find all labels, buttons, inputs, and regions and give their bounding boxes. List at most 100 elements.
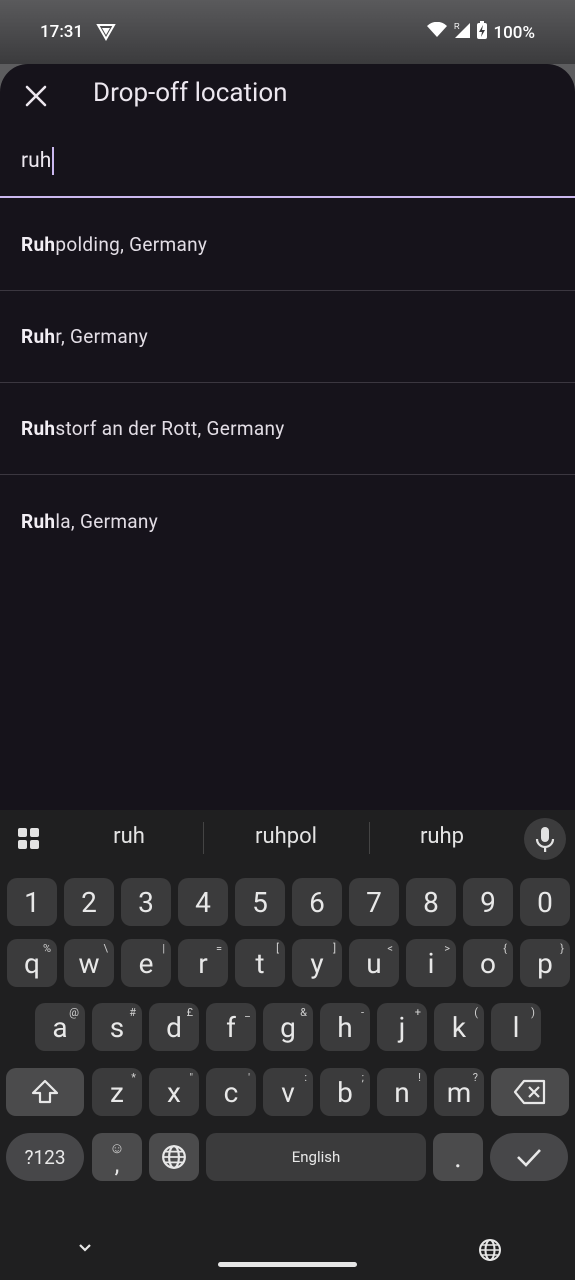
key-e[interactable]: e | — [121, 939, 171, 987]
emoji-comma-key[interactable]: ☺, — [92, 1133, 142, 1181]
dropoff-sheet: Drop-off location ruh Ruh polding, German… — [0, 64, 575, 810]
key-d[interactable]: d £ — [149, 1003, 199, 1051]
key-v[interactable]: v: — [263, 1068, 313, 1116]
globe-key[interactable] — [149, 1133, 199, 1181]
key-n-alt-char: ! — [418, 1071, 421, 1084]
key-1-label: 1 — [24, 885, 40, 919]
key-1[interactable]: 1 — [7, 878, 57, 926]
home-handle[interactable] — [218, 1262, 357, 1267]
key-t[interactable]: t[ — [235, 939, 285, 987]
results-list: Ruh polding, Germany Ruh r, Germany Ruh sto… — [0, 199, 575, 567]
symbols-key-label: ?123 — [24, 1145, 66, 1169]
key-b[interactable]: b; — [320, 1068, 370, 1116]
key-d-label: d — [166, 1010, 182, 1044]
key-5[interactable]: 5 — [235, 878, 285, 926]
sheet-title: Drop-off location — [93, 78, 288, 108]
key-v-alt-char: : — [304, 1071, 307, 1084]
key-i-label: i — [427, 946, 435, 980]
check-icon — [517, 1149, 541, 1167]
key-j[interactable]: j + — [377, 1003, 427, 1051]
enter-key[interactable] — [490, 1133, 568, 1181]
close-button[interactable] — [22, 82, 50, 110]
period-key[interactable]: . — [433, 1133, 483, 1181]
key-4-label: 4 — [195, 885, 211, 919]
key-8[interactable]: 8 — [406, 878, 456, 926]
key-6[interactable]: 6 — [292, 878, 342, 926]
key-c-label: c — [223, 1075, 239, 1109]
key-u[interactable]: u < — [349, 939, 399, 987]
key-9[interactable]: 9 — [463, 878, 513, 926]
key-q-label: q — [24, 946, 40, 980]
key-h[interactable]: h- — [320, 1003, 370, 1051]
key-p-alt-char: } — [560, 942, 564, 955]
key-n[interactable]: n! — [377, 1068, 427, 1116]
key-r-alt-char: = — [215, 942, 222, 955]
key-q[interactable]: q% — [7, 939, 57, 987]
key-f-alt-char: _ — [245, 1006, 250, 1019]
key-2[interactable]: 2 — [64, 878, 114, 926]
mic-button[interactable] — [524, 818, 566, 860]
key-g[interactable]: g & — [263, 1003, 313, 1051]
key-w[interactable]: w \ — [64, 939, 114, 987]
globe-icon[interactable] — [478, 1238, 502, 1266]
suggestion-divider — [203, 822, 204, 854]
key-x[interactable]: x " — [149, 1068, 199, 1116]
key-o-alt-char: { — [503, 942, 507, 955]
key-y-label: y — [310, 946, 324, 980]
close-icon — [25, 85, 47, 107]
key-t-alt-char: [ — [276, 942, 279, 955]
key-w-label: w — [78, 946, 100, 980]
key-k-label: k — [451, 1010, 467, 1044]
key-3[interactable]: 3 — [121, 878, 171, 926]
key-j-label: j — [398, 1010, 406, 1044]
result-item-ruhla[interactable]: Ruh la, Germany — [0, 475, 575, 567]
suggestion-1[interactable]: ruh — [80, 824, 178, 849]
key-4[interactable]: 4 — [178, 878, 228, 926]
space-key-label: English — [291, 1148, 341, 1166]
key-k[interactable]: k( — [434, 1003, 484, 1051]
key-l-alt-char: ) — [531, 1006, 535, 1019]
key-y-alt-char: ] — [333, 942, 336, 955]
key-7[interactable]: 7 — [349, 878, 399, 926]
apps-grid-icon[interactable] — [17, 827, 41, 855]
battery-percent: 100% — [493, 22, 535, 43]
chevron-down-icon[interactable] — [76, 1240, 94, 1259]
key-q-alt-char: % — [42, 942, 51, 955]
result-item-ruhstorf[interactable]: Ruh storf an der Rott, Germany — [0, 383, 575, 475]
key-c[interactable]: c ' — [206, 1068, 256, 1116]
key-e-label: e — [138, 946, 154, 980]
status-icons: R 100% — [427, 21, 535, 44]
key-m[interactable]: m? — [434, 1068, 484, 1116]
key-j-alt-char: + — [414, 1006, 421, 1019]
key-x-alt-char: " — [189, 1071, 193, 1084]
key-k-alt-char: ( — [474, 1006, 478, 1019]
key-z[interactable]: z * — [92, 1068, 142, 1116]
key-0-label: 0 — [537, 885, 553, 919]
search-input[interactable]: ruh — [0, 130, 575, 198]
key-n-label: n — [394, 1075, 410, 1109]
symbols-key[interactable]: ?123 — [6, 1133, 84, 1181]
key-y[interactable]: y] — [292, 939, 342, 987]
space-key[interactable]: English — [206, 1133, 426, 1181]
suggestion-3[interactable]: ruhp — [392, 824, 492, 849]
key-5-label: 5 — [252, 885, 268, 919]
key-9-label: 9 — [480, 885, 496, 919]
suggestion-2[interactable]: ruhpol — [226, 824, 346, 849]
result-item-ruhpolding[interactable]: Ruh polding, Germany — [0, 199, 575, 291]
key-0[interactable]: 0 — [520, 878, 570, 926]
result-item-ruhr[interactable]: Ruh r, Germany — [0, 291, 575, 383]
key-f[interactable]: f _ — [206, 1003, 256, 1051]
key-r[interactable]: r = — [178, 939, 228, 987]
key-w-alt-char: \ — [103, 942, 108, 955]
key-s[interactable]: s # — [92, 1003, 142, 1051]
key-i[interactable]: i > — [406, 939, 456, 987]
key-o[interactable]: o{ — [463, 939, 513, 987]
shift-key[interactable] — [6, 1068, 84, 1116]
key-p-label: p — [537, 946, 553, 980]
search-input-value: ruh — [21, 149, 52, 173]
backspace-key[interactable] — [491, 1068, 569, 1116]
key-a[interactable]: a @ — [35, 1003, 85, 1051]
key-p[interactable]: p} — [520, 939, 570, 987]
key-l[interactable]: l) — [491, 1003, 541, 1051]
key-6-label: 6 — [309, 885, 325, 919]
